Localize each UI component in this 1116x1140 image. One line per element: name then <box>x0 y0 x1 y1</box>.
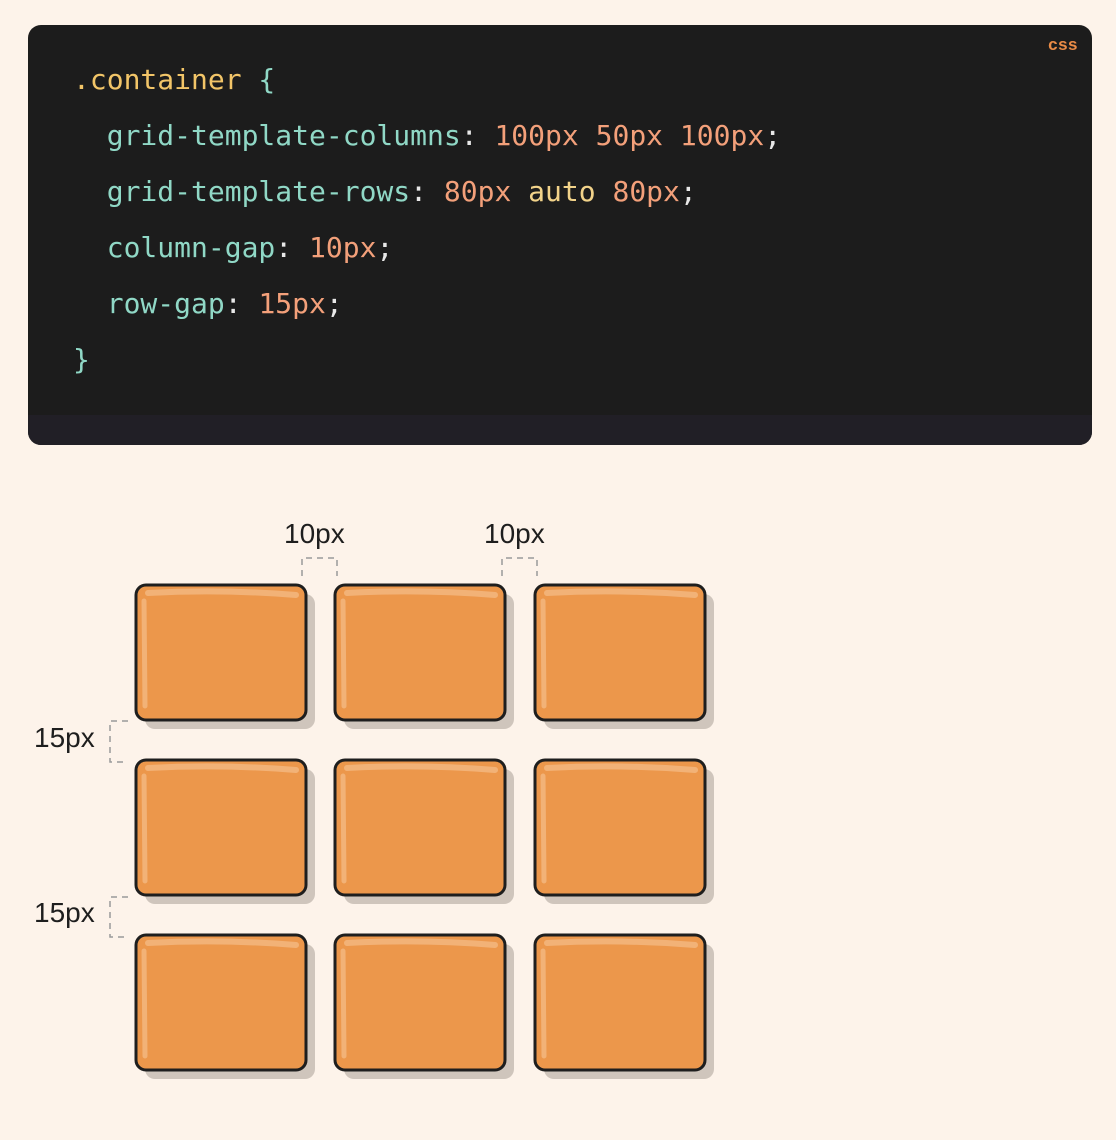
row-gap-marker <box>109 720 128 763</box>
grid-diagram: 10px 10px 15px 15px <box>0 470 760 1110</box>
column-gap-marker <box>301 557 338 576</box>
grid-illustration <box>109 557 714 1079</box>
code-token: .container <box>73 63 242 96</box>
code-token: : <box>460 119 495 152</box>
column-gap-label-2: 10px <box>484 518 545 549</box>
grid-cell <box>333 933 514 1079</box>
code-token: ; <box>764 119 782 152</box>
code-token: 10px <box>309 231 377 264</box>
grid-cell <box>333 758 514 904</box>
code-line: } <box>73 342 781 398</box>
code-token: } <box>73 343 90 376</box>
code-token: ; <box>376 231 394 264</box>
language-badge: css <box>1048 35 1078 54</box>
code-token: : <box>410 175 444 208</box>
code-block-footer <box>28 415 1092 445</box>
code-content: .container { grid-template-columns: 100p… <box>73 62 781 398</box>
code-line: column-gap: 10px; <box>73 230 781 286</box>
code-token: 50px <box>595 119 664 152</box>
grid-cell <box>134 583 315 729</box>
code-token: grid-template-rows <box>73 175 411 208</box>
grid-cell <box>134 933 315 1079</box>
column-gap-marker <box>501 557 538 576</box>
code-token: auto <box>528 175 596 208</box>
grid-cell <box>134 758 315 904</box>
column-gap-label-1: 10px <box>284 518 345 549</box>
code-token: column-gap <box>73 231 276 264</box>
code-token: : <box>275 231 310 264</box>
grid-cell <box>533 758 714 904</box>
code-line: row-gap: 15px; <box>73 286 781 342</box>
code-token: 15px <box>258 287 326 320</box>
code-line: grid-template-rows: 80px auto 80px; <box>73 174 781 230</box>
code-block: css .container { grid-template-columns: … <box>28 25 1092 445</box>
code-token: : <box>224 287 259 320</box>
code-token: row-gap <box>73 287 225 320</box>
code-token: 80px <box>612 175 680 208</box>
row-gap-marker <box>109 896 128 938</box>
row-gap-label-1: 15px <box>34 722 95 753</box>
grid-cell <box>533 933 714 1079</box>
code-line: grid-template-columns: 100px 50px 100px; <box>73 118 781 174</box>
code-token: 100px <box>494 119 579 152</box>
code-token: ; <box>325 287 343 320</box>
code-token: 80px <box>443 175 512 208</box>
code-token: grid-template-columns <box>73 119 461 152</box>
code-line: .container { <box>73 62 781 118</box>
code-token: 100px <box>679 119 765 152</box>
row-gap-label-2: 15px <box>34 897 95 928</box>
code-token: { <box>241 63 276 96</box>
grid-cell <box>533 583 714 729</box>
code-token: ; <box>679 175 697 208</box>
grid-cell <box>333 583 514 729</box>
